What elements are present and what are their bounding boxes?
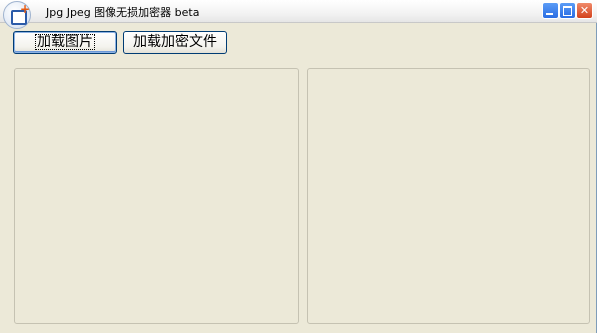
result-image-panel — [307, 68, 590, 324]
window-title: Jpg Jpeg 图像无损加密器 beta — [46, 6, 200, 19]
minimize-icon — [546, 13, 553, 15]
plus-icon: + — [20, 2, 31, 16]
maximize-button[interactable] — [559, 2, 576, 19]
load-encrypted-file-button[interactable]: 加载加密文件 — [123, 31, 227, 54]
app-window: + Jpg Jpeg 图像无损加密器 beta ✕ 加载图片 加载加密文件 — [0, 0, 597, 333]
minimize-button[interactable] — [542, 2, 559, 19]
maximize-icon — [563, 6, 572, 16]
load-encrypted-file-label: 加载加密文件 — [133, 34, 217, 50]
close-icon: ✕ — [579, 4, 590, 17]
original-image-panel — [14, 68, 299, 324]
app-icon[interactable]: + — [3, 1, 31, 29]
load-image-label: 加载图片 — [35, 34, 95, 50]
title-bar[interactable]: + Jpg Jpeg 图像无损加密器 beta ✕ — [0, 0, 597, 29]
close-button[interactable]: ✕ — [576, 2, 593, 19]
load-image-button[interactable]: 加载图片 — [13, 31, 117, 54]
